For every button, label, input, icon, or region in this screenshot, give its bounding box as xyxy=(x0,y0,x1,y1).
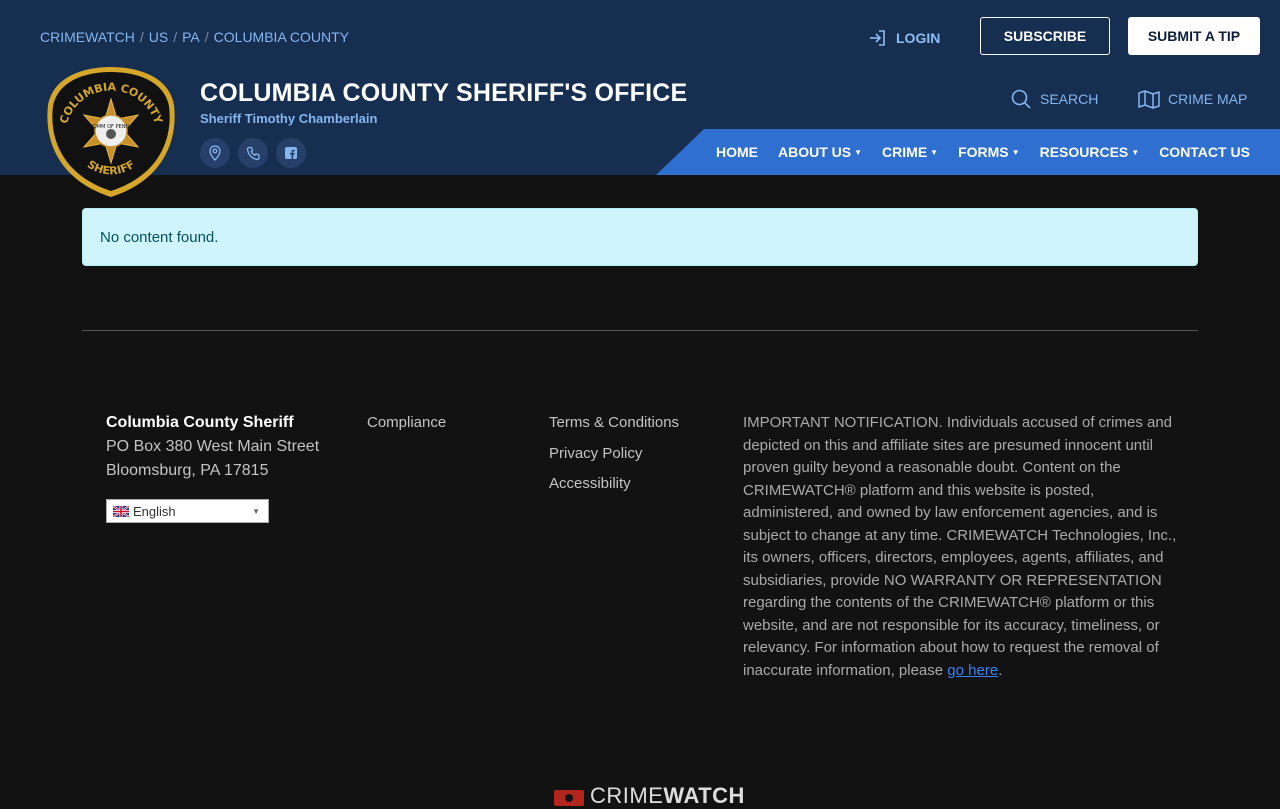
nav-label: CRIME xyxy=(882,144,928,160)
footer-divider xyxy=(82,330,1198,331)
subscribe-button[interactable]: SUBSCRIBE xyxy=(980,17,1110,55)
login-label: LOGIN xyxy=(896,30,941,46)
breadcrumb-separator: / xyxy=(204,29,209,45)
nav-label: RESOURCES xyxy=(1039,144,1129,160)
crimewatch-brand-text: CRIMEWATCH xyxy=(590,783,745,809)
nav-label: CONTACT US xyxy=(1159,144,1250,160)
nav-label: FORMS xyxy=(958,144,1009,160)
dropdown-arrow-icon: ▼ xyxy=(252,506,260,516)
crimewatch-brand-part1: CRIME xyxy=(590,783,664,808)
footer-address-line1: PO Box 380 West Main Street xyxy=(106,438,320,455)
removal-request-link[interactable]: go here xyxy=(947,662,998,679)
crimewatch-mark-icon xyxy=(554,790,584,806)
map-icon xyxy=(1138,90,1160,109)
crimewatch-brand-part2: WATCH xyxy=(663,783,745,808)
caret-down-icon: ▼ xyxy=(1131,147,1140,157)
location-button[interactable] xyxy=(200,138,230,168)
no-content-alert: No content found. xyxy=(82,208,1198,266)
nav-contact-us[interactable]: CONTACT US xyxy=(1159,144,1250,160)
privacy-policy-link[interactable]: Privacy Policy xyxy=(549,445,642,462)
login-link[interactable]: LOGIN xyxy=(868,28,940,48)
language-select[interactable]: English ▼ xyxy=(106,499,269,523)
breadcrumb: CRIMEWATCH / US / PA / COLUMBIA COUNTY xyxy=(40,29,349,45)
caret-down-icon: ▼ xyxy=(854,147,863,157)
footer-address-line2: Bloomsburg, PA 17815 xyxy=(106,462,269,479)
crime-map-label: CRIME MAP xyxy=(1168,91,1248,107)
caret-down-icon: ▼ xyxy=(1011,147,1020,157)
legal-notice-text: IMPORTANT NOTIFICATION. Individuals accu… xyxy=(743,414,1177,679)
main-nav: HOME ABOUT US ▼ CRIME ▼ FORMS ▼ RESOURCES ▼ … xyxy=(716,129,1250,175)
site-header: CRIMEWATCH / US / PA / COLUMBIA COUNTY L… xyxy=(0,0,1280,175)
crime-map-link[interactable]: CRIME MAP xyxy=(1138,88,1247,110)
facebook-icon xyxy=(285,147,297,159)
nav-crime[interactable]: CRIME ▼ xyxy=(882,144,938,160)
phone-icon xyxy=(246,146,260,160)
site-title[interactable]: COLUMBIA COUNTY SHERIFF'S OFFICE xyxy=(200,79,687,108)
search-label: SEARCH xyxy=(1040,91,1099,107)
phone-button[interactable] xyxy=(238,138,268,168)
caret-down-icon: ▼ xyxy=(930,147,939,157)
nav-resources[interactable]: RESOURCES ▼ xyxy=(1040,144,1140,160)
nav-about-us[interactable]: ABOUT US ▼ xyxy=(778,144,862,160)
breadcrumb-pa[interactable]: PA xyxy=(182,29,200,45)
legal-notice-end: . xyxy=(998,661,1003,679)
footer-org-name: Columbia County Sheriff xyxy=(106,414,294,431)
sheriff-badge-logo[interactable]: COLUMBIA COUNTY COMM OF PENNA SHERIFF xyxy=(44,65,178,199)
breadcrumb-separator: / xyxy=(139,29,144,45)
crimewatch-brand-logo[interactable]: CRIMEWATCH xyxy=(554,783,745,809)
uk-flag-icon xyxy=(113,505,129,517)
nav-label: ABOUT US xyxy=(778,144,852,160)
search-icon xyxy=(1011,89,1031,109)
terms-link[interactable]: Terms & Conditions xyxy=(549,414,679,431)
compliance-link[interactable]: Compliance xyxy=(367,414,446,431)
nav-home[interactable]: HOME xyxy=(716,144,758,160)
alert-message: No content found. xyxy=(100,228,219,246)
breadcrumb-crimewatch[interactable]: CRIMEWATCH xyxy=(40,29,135,45)
search-link[interactable]: SEARCH xyxy=(1010,88,1098,110)
facebook-button[interactable] xyxy=(276,138,306,168)
login-icon xyxy=(870,30,885,46)
map-pin-icon xyxy=(209,145,221,161)
site-subtitle: Sheriff Timothy Chamberlain xyxy=(200,111,378,126)
legal-notice: IMPORTANT NOTIFICATION. Individuals accu… xyxy=(743,412,1179,682)
breadcrumb-separator: / xyxy=(173,29,178,45)
breadcrumb-columbia-county[interactable]: COLUMBIA COUNTY xyxy=(214,29,349,45)
submit-tip-button[interactable]: SUBMIT A TIP xyxy=(1128,17,1260,55)
language-selected-value: English xyxy=(133,503,176,519)
nav-label: HOME xyxy=(716,144,758,160)
nav-forms[interactable]: FORMS ▼ xyxy=(958,144,1019,160)
breadcrumb-us[interactable]: US xyxy=(149,29,168,45)
accessibility-link[interactable]: Accessibility xyxy=(549,475,631,492)
